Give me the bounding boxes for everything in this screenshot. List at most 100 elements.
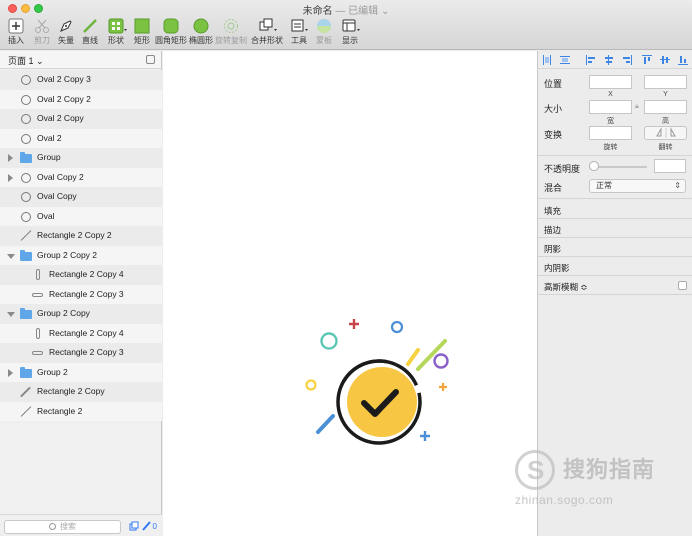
display-label: 显示 — [342, 36, 358, 45]
disclosure-triangle-icon[interactable] — [8, 368, 13, 377]
page-selector[interactable]: 页面 1 ⌄ — [0, 51, 161, 69]
layer-row[interactable]: Oval Copy — [0, 187, 162, 207]
opacity-slider-track[interactable] — [593, 166, 647, 168]
scissors-label: 剪刀 — [34, 36, 50, 45]
disclosure-triangle-icon[interactable] — [8, 173, 13, 182]
layer-row[interactable]: Group 2 Copy 2 — [0, 245, 162, 265]
layer-row[interactable]: Group — [0, 148, 162, 168]
teal-ring — [320, 332, 338, 350]
rounded-rectangle-icon — [163, 18, 179, 34]
shape-button[interactable]: 形状 — [103, 17, 129, 49]
scissors-button[interactable]: 剪刀 — [31, 17, 53, 49]
x-position-field[interactable] — [589, 75, 632, 89]
divider — [538, 218, 692, 219]
rotate-field[interactable] — [589, 126, 632, 140]
tools-icon — [291, 18, 308, 34]
y-position-field[interactable] — [644, 75, 687, 89]
border-section-header[interactable]: 描边 — [544, 224, 561, 236]
folder-icon — [20, 152, 32, 163]
layer-row[interactable]: Oval 2 Copy 2 — [0, 89, 162, 109]
position-label: 位置 — [544, 79, 563, 89]
layer-row[interactable]: Rectangle 2 Copy 3 — [0, 284, 162, 304]
disclosure-triangle-icon[interactable] — [8, 154, 13, 162]
tools-button[interactable]: 工具 — [287, 17, 311, 49]
oval-icon — [21, 192, 31, 202]
display-button[interactable]: 显示 — [337, 17, 363, 49]
blue-plus — [420, 431, 430, 441]
rotate-copy-label: 旋转复制 — [215, 36, 247, 45]
blur-checkbox[interactable] — [678, 281, 687, 290]
align-center-horizontal-icon[interactable] — [604, 55, 614, 65]
shape-label: 形状 — [108, 36, 124, 45]
layer-name: Oval 2 Copy 3 — [37, 74, 91, 84]
disclosure-triangle-icon[interactable] — [7, 312, 15, 317]
oval-icon — [21, 172, 31, 183]
width-field[interactable] — [589, 100, 632, 114]
align-bottom-icon[interactable] — [678, 55, 688, 65]
alignment-toolbar — [538, 51, 692, 69]
divider — [538, 198, 692, 199]
fill-section-header[interactable]: 填充 — [544, 205, 561, 217]
brush-filter-icon[interactable] — [141, 521, 151, 531]
folder-icon — [20, 249, 32, 261]
rounded-rectangle-button[interactable]: 圆角矩形 — [155, 17, 187, 49]
layer-row[interactable]: Oval 2 — [0, 128, 162, 148]
collapse-pages-icon[interactable] — [146, 55, 155, 64]
layer-row[interactable]: Oval — [0, 206, 162, 226]
layer-row[interactable]: Rectangle 2 Copy 2 — [0, 226, 162, 246]
combine-shapes-icon — [259, 18, 277, 34]
canvas[interactable] — [163, 51, 537, 536]
export-filter-icon[interactable] — [129, 521, 139, 531]
layer-row[interactable]: Rectangle 2 Copy 3 — [0, 343, 162, 363]
height-label: 高 — [662, 118, 669, 125]
yellow-ring — [305, 379, 317, 391]
align-right-icon[interactable] — [622, 55, 632, 65]
layer-row[interactable]: Rectangle 2 Copy — [0, 382, 162, 402]
align-left-icon[interactable] — [586, 55, 596, 65]
layer-row[interactable]: Oval 2 Copy — [0, 109, 162, 129]
layer-row[interactable]: Oval 2 Copy 3 — [0, 70, 162, 90]
chevron-down-icon[interactable]: ⌄ — [381, 6, 389, 17]
blend-mode-select[interactable]: 正常 ⇕ — [589, 179, 686, 193]
rectangle-button[interactable]: 矩形 — [131, 17, 153, 49]
distribute-vertical-icon[interactable] — [560, 55, 570, 65]
rotate-copy-button[interactable]: 旋转复制 — [215, 17, 247, 49]
pencil-icon — [20, 386, 31, 398]
blur-section-header[interactable]: 高斯模糊 ≎ — [544, 281, 587, 293]
divider — [538, 155, 692, 156]
sidebar-footer: 搜索 0 — [0, 514, 162, 536]
mask-button[interactable]: 蒙板 — [313, 17, 335, 49]
success-badge-illustration — [305, 319, 449, 445]
line-button[interactable]: 直线 — [79, 17, 101, 49]
divider — [538, 256, 692, 257]
opacity-field[interactable] — [654, 159, 686, 173]
layer-row[interactable]: Group 2 Copy — [0, 304, 162, 324]
layer-row[interactable]: Oval Copy 2 — [0, 167, 162, 187]
oval-button[interactable]: 椭圆形 — [189, 17, 213, 49]
align-middle-vertical-icon[interactable] — [660, 55, 670, 65]
opacity-slider-knob[interactable] — [589, 161, 599, 171]
align-top-icon[interactable] — [642, 55, 652, 65]
inner-shadow-section-header[interactable]: 内阴影 — [544, 262, 570, 274]
layer-row[interactable]: Rectangle 2 — [0, 401, 162, 421]
layer-name: Oval 2 Copy 2 — [37, 93, 91, 104]
width-label: 宽 — [607, 118, 614, 125]
layer-row[interactable]: Rectangle 2 Copy 4 — [0, 265, 162, 285]
combine-shapes-button[interactable]: 合并形状 — [250, 17, 284, 49]
layer-search-input[interactable]: 搜索 — [4, 520, 121, 534]
oval-icon — [21, 114, 31, 124]
x-label: X — [608, 91, 613, 98]
vector-button[interactable]: 矢量 — [55, 17, 77, 49]
height-field[interactable] — [644, 100, 687, 114]
folder-icon — [20, 308, 32, 319]
flip-control[interactable] — [644, 126, 687, 140]
distribute-horizontal-icon[interactable] — [542, 55, 552, 65]
insert-button[interactable]: 插入 — [4, 17, 28, 49]
shadow-section-header[interactable]: 阴影 — [544, 243, 561, 255]
layer-list: Oval 2 Copy 3 Oval 2 Copy 2 Oval 2 Copy … — [0, 70, 162, 421]
layer-name: Rectangle 2 Copy 3 — [49, 288, 124, 299]
layer-row[interactable]: Rectangle 2 Copy 4 — [0, 323, 162, 343]
layer-row[interactable]: Group 2 — [0, 362, 162, 382]
disclosure-triangle-icon[interactable] — [7, 253, 15, 259]
lock-icon[interactable]: 🔒︎ — [635, 103, 639, 111]
